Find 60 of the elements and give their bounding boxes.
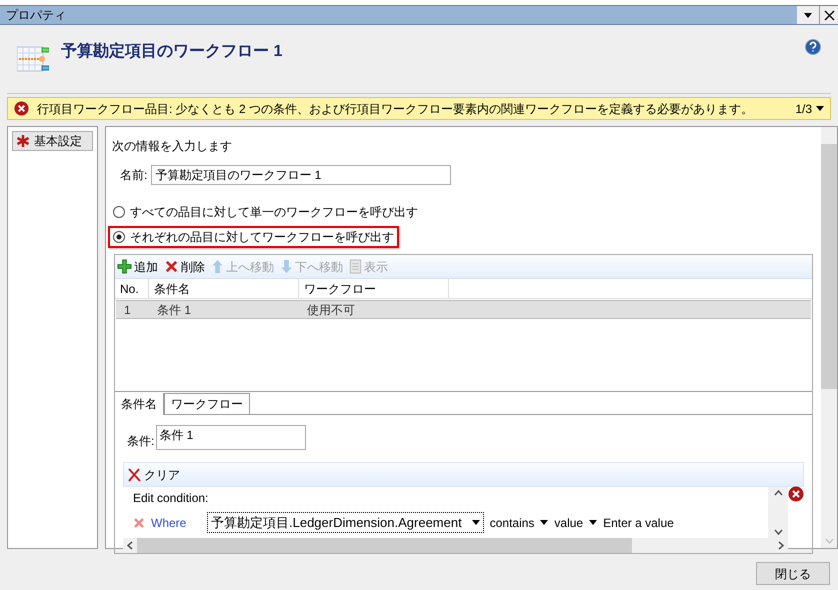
scroll-left-icon[interactable] xyxy=(127,541,133,550)
dropdown-arrow-icon[interactable] xyxy=(816,106,824,111)
field-dropdown[interactable]: 予算勘定項目.LedgerDimension.Agreement xyxy=(207,512,484,533)
down-arrow-icon xyxy=(280,259,293,274)
error-icon xyxy=(14,101,29,116)
panel-scrollbar[interactable] xyxy=(821,127,837,548)
tab[interactable]: 条件名 xyxy=(115,393,164,415)
scroll-down-icon[interactable] xyxy=(774,529,782,535)
close-button[interactable] xyxy=(819,6,838,24)
close-icon xyxy=(824,10,834,20)
horizontal-scrollbar[interactable] xyxy=(123,538,788,553)
column-header[interactable]: 条件名 xyxy=(149,279,299,298)
up-arrow-icon xyxy=(211,259,224,274)
delete-icon xyxy=(164,259,179,274)
clear-button[interactable]: クリア xyxy=(127,466,180,484)
window-title: プロパティ xyxy=(6,7,67,24)
edit-condition-label: Edit condition: xyxy=(133,490,210,507)
dropdown-arrow-icon[interactable] xyxy=(589,520,598,525)
column-header[interactable]: ワークフロー xyxy=(299,279,449,298)
condition-label: 条件: xyxy=(127,433,154,450)
dropdown-arrow-icon[interactable] xyxy=(472,520,480,525)
table-row[interactable]: 1 条件 1 使用不可 xyxy=(116,300,811,319)
condition-field[interactable]: 条件 1 xyxy=(156,424,306,450)
toolbar-button[interactable]: 削除 xyxy=(164,258,205,276)
name-field[interactable]: 予算勘定項目のワークフロー 1 xyxy=(151,165,452,185)
scrollbar-thumb[interactable] xyxy=(821,144,837,389)
table-cell-text: 使用不可 xyxy=(306,302,356,318)
tab[interactable]: ワークフロー xyxy=(164,393,250,414)
asterisk-icon xyxy=(16,134,30,148)
dropdown-arrow-icon[interactable] xyxy=(540,520,548,525)
radio-button[interactable] xyxy=(113,206,125,218)
error-icon xyxy=(788,486,804,502)
operand-type-dropdown[interactable]: value xyxy=(554,514,584,532)
vertical-scrollbar[interactable] xyxy=(768,487,788,538)
message-counter: 1/3 xyxy=(795,100,812,118)
sidebar-item[interactable]: 基本設定 xyxy=(12,131,93,151)
value-field[interactable]: Enter a value xyxy=(603,514,674,532)
delete-icon xyxy=(127,468,141,482)
table-cell-text: 条件 1 xyxy=(156,302,192,318)
warning-message: 行項目ワークフロー品目: 少なくとも 2 つの条件、および行項目ワークフロー要素内の関連ワークフローを定義する必要があります。 xyxy=(37,100,754,118)
instruction-text: 次の情報を入力します xyxy=(112,138,233,155)
plus-icon xyxy=(117,259,132,274)
toolbar-button[interactable]: 追加 xyxy=(117,258,158,276)
help-icon[interactable] xyxy=(805,39,821,55)
close-dialog-button[interactable]: 閉じる xyxy=(756,562,830,585)
dropdown-button[interactable] xyxy=(797,6,819,24)
scroll-up-icon[interactable] xyxy=(774,490,782,496)
radio-button[interactable] xyxy=(113,231,125,243)
radio-label[interactable]: すべての品目に対して単一のワークフローを呼び出す xyxy=(130,203,418,221)
document-icon xyxy=(349,259,362,274)
column-header[interactable]: No. xyxy=(115,279,149,298)
name-label: 名前: xyxy=(120,167,148,184)
dialog-title: 予算勘定項目のワークフロー 1 xyxy=(61,41,282,62)
caret-icon xyxy=(804,12,812,18)
scrollbar-thumb[interactable] xyxy=(137,538,632,553)
operator-dropdown[interactable]: contains xyxy=(490,514,534,532)
where-link[interactable]: Where xyxy=(151,514,201,532)
workflow-grid-icon xyxy=(17,45,49,73)
table-cell-text: 1 xyxy=(123,302,132,318)
scroll-right-icon[interactable] xyxy=(778,541,784,550)
